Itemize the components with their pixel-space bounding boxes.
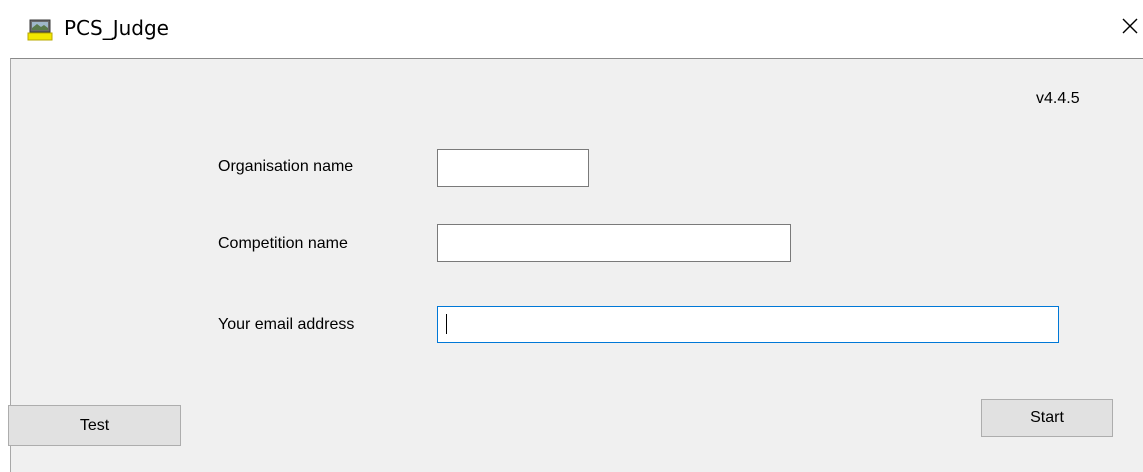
- close-icon[interactable]: [1118, 14, 1142, 38]
- competition-name-label: Competition name: [218, 235, 348, 252]
- competition-name-field[interactable]: [437, 224, 791, 262]
- text-caret: [446, 314, 447, 334]
- email-address-field[interactable]: [437, 306, 1059, 343]
- test-button[interactable]: Test: [8, 405, 181, 446]
- version-label: v4.4.5: [1036, 90, 1080, 107]
- start-button[interactable]: Start: [981, 399, 1113, 437]
- organisation-name-label: Organisation name: [218, 158, 354, 175]
- pcs-judge-app-icon: [27, 19, 53, 41]
- email-address-label: Your email address: [218, 316, 355, 333]
- window-title: PCS_Judge: [64, 16, 169, 40]
- title-bar[interactable]: PCS_Judge: [0, 0, 1143, 58]
- app-window: PCS_Judge v4.4.5 Organisation name Compe…: [0, 0, 1143, 472]
- organisation-name-field[interactable]: [437, 149, 589, 187]
